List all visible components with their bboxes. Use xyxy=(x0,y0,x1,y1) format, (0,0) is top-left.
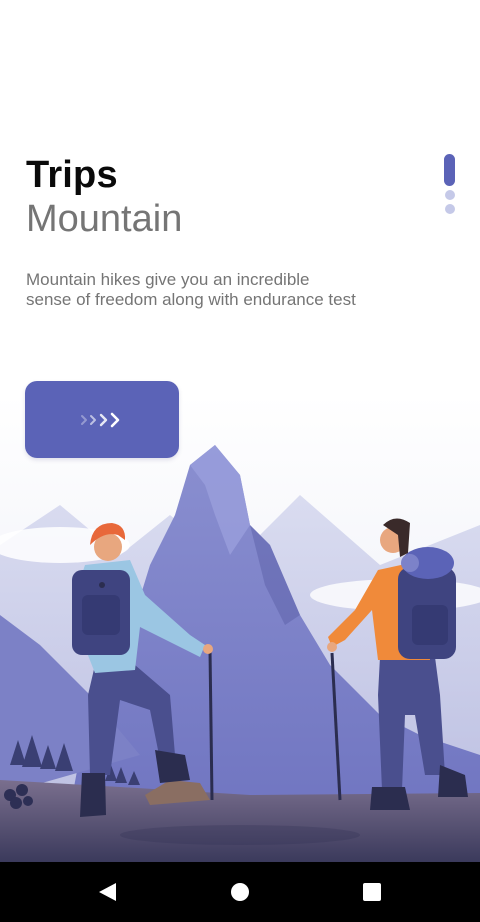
onboarding-screen: Trips Mountain Mountain hikes give you a… xyxy=(0,0,480,922)
home-circle-icon[interactable] xyxy=(228,880,252,904)
page-subtitle: Mountain xyxy=(26,198,183,240)
page-indicator-dot xyxy=(444,190,455,200)
back-triangle-icon[interactable] xyxy=(95,880,119,904)
page-description: Mountain hikes give you an incredible se… xyxy=(26,270,356,309)
next-button[interactable] xyxy=(25,381,179,458)
chevrons-right-icon xyxy=(80,411,124,429)
page-indicator-dot xyxy=(444,204,455,214)
system-nav-bar xyxy=(0,862,480,922)
hikers-illustration xyxy=(0,395,480,862)
recents-square-icon[interactable] xyxy=(360,880,384,904)
page-indicator xyxy=(444,154,455,214)
page-title: Trips xyxy=(26,154,118,196)
page-indicator-dot-active xyxy=(444,154,455,186)
